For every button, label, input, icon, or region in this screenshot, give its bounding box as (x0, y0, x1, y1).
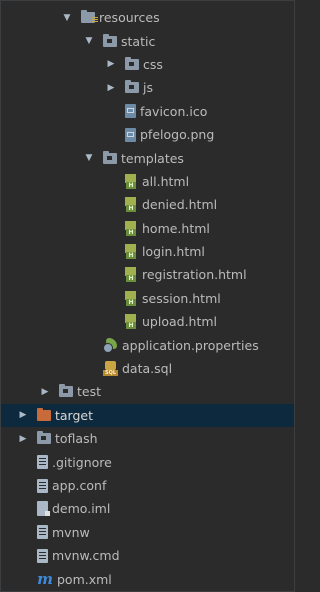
tree-item-label: application.properties (122, 337, 259, 353)
tree-item-label: pfelogo.png (140, 127, 215, 143)
tree-row-demo-iml[interactable]: demo.iml (1, 497, 294, 520)
tree-item-label: registration.html (142, 267, 247, 283)
sql-file-icon (103, 361, 118, 377)
image-file-icon (125, 104, 136, 119)
tree-row-target[interactable]: ▶ target (1, 403, 294, 428)
tree-row-registration-html[interactable]: registration.html (1, 263, 294, 286)
tree-row-upload-html[interactable]: upload.html (1, 310, 294, 333)
tree-item-label: templates (121, 150, 184, 166)
tree-row-test[interactable]: ▶ test (1, 380, 294, 403)
tree-row-data-sql[interactable]: data.sql (1, 357, 294, 380)
tree-row-session-html[interactable]: session.html (1, 287, 294, 310)
tree-item-label: session.html (142, 290, 221, 306)
tree-row-mvnw[interactable]: mvnw (1, 521, 294, 544)
tree-row-login-html[interactable]: login.html (1, 240, 294, 263)
tree-row-all-html[interactable]: all.html (1, 170, 294, 193)
tree-item-label: static (121, 33, 156, 49)
chevron-right-icon[interactable]: ▶ (17, 433, 29, 445)
html-file-icon (125, 290, 138, 306)
html-file-icon (125, 244, 138, 260)
folder-icon (125, 56, 139, 70)
tree-item-label: mvnw (52, 524, 90, 540)
chevron-right-icon[interactable]: ▶ (105, 82, 117, 94)
chevron-down-icon[interactable]: ▼ (83, 35, 95, 47)
chevron-right-icon[interactable]: ▶ (17, 409, 29, 421)
project-tree: ▼ resources ▼ static ▶ css ▶ js favicon.ico pfelo… (1, 6, 294, 591)
folder-icon (125, 80, 139, 94)
tree-item-label: all.html (142, 173, 190, 189)
tree-item-label: favicon.ico (140, 103, 208, 119)
tree-row-denied-html[interactable]: denied.html (1, 193, 294, 216)
tree-item-label: resources (99, 10, 160, 26)
html-file-icon (125, 220, 138, 236)
folder-icon (103, 150, 117, 164)
tree-item-label: test (77, 384, 102, 400)
project-tool-window: ▼ resources ▼ static ▶ css ▶ js favicon.ico pfelo… (0, 0, 295, 592)
text-file-icon (37, 548, 48, 563)
tree-item-label: upload.html (142, 314, 218, 330)
tree-row-app-conf[interactable]: app.conf (1, 474, 294, 497)
tree-row-gitignore[interactable]: .gitignore (1, 450, 294, 473)
folder-icon (59, 384, 73, 398)
tree-item-label: target (55, 407, 94, 423)
tree-row-static[interactable]: ▼ static (1, 29, 294, 52)
tree-item-label: toflash (55, 431, 98, 447)
tree-row-pom-xml[interactable]: m pom.xml (1, 567, 294, 590)
tree-row-home-html[interactable]: home.html (1, 217, 294, 240)
tree-item-label: denied.html (142, 197, 218, 213)
image-file-icon (125, 127, 136, 142)
chevron-right-icon[interactable]: ▶ (105, 58, 117, 70)
tree-row-mvnw-cmd[interactable]: mvnw.cmd (1, 544, 294, 567)
tree-row-js[interactable]: ▶ js (1, 76, 294, 99)
tree-item-label: js (143, 80, 153, 96)
properties-file-icon (103, 337, 118, 353)
tree-row-templates[interactable]: ▼ templates (1, 146, 294, 169)
tree-item-label: data.sql (122, 361, 173, 377)
text-file-icon (37, 455, 48, 470)
tree-item-label: login.html (142, 244, 205, 260)
tree-item-label: .gitignore (52, 454, 112, 470)
tree-item-label: app.conf (52, 478, 107, 493)
tree-item-label: pom.xml (57, 571, 112, 587)
tree-row-resources[interactable]: ▼ resources (1, 6, 294, 29)
folder-icon (103, 33, 117, 47)
html-file-icon (125, 173, 138, 189)
resources-folder-icon (81, 10, 98, 24)
tree-item-label: demo.iml (52, 501, 111, 517)
tree-item-label: mvnw.cmd (52, 548, 120, 564)
html-file-icon (125, 197, 138, 213)
text-file-icon (37, 525, 48, 540)
tree-row-application-properties[interactable]: application.properties (1, 333, 294, 356)
iml-file-icon (37, 501, 50, 517)
chevron-down-icon[interactable]: ▼ (61, 12, 73, 24)
text-file-icon (37, 478, 48, 493)
tree-row-toflash[interactable]: ▶ toflash (1, 427, 294, 450)
tree-item-label: css (143, 56, 163, 72)
chevron-down-icon[interactable]: ▼ (83, 152, 95, 164)
tree-row-css[interactable]: ▶ css (1, 53, 294, 76)
target-folder-icon (37, 407, 51, 421)
html-file-icon (125, 267, 138, 283)
tree-item-label: home.html (142, 220, 210, 236)
chevron-right-icon[interactable]: ▶ (39, 386, 51, 398)
html-file-icon (125, 314, 138, 330)
tree-row-pfelogo-png[interactable]: pfelogo.png (1, 123, 294, 146)
tree-row-favicon-ico[interactable]: favicon.ico (1, 100, 294, 123)
maven-icon: m (37, 570, 53, 589)
folder-icon (37, 431, 51, 445)
